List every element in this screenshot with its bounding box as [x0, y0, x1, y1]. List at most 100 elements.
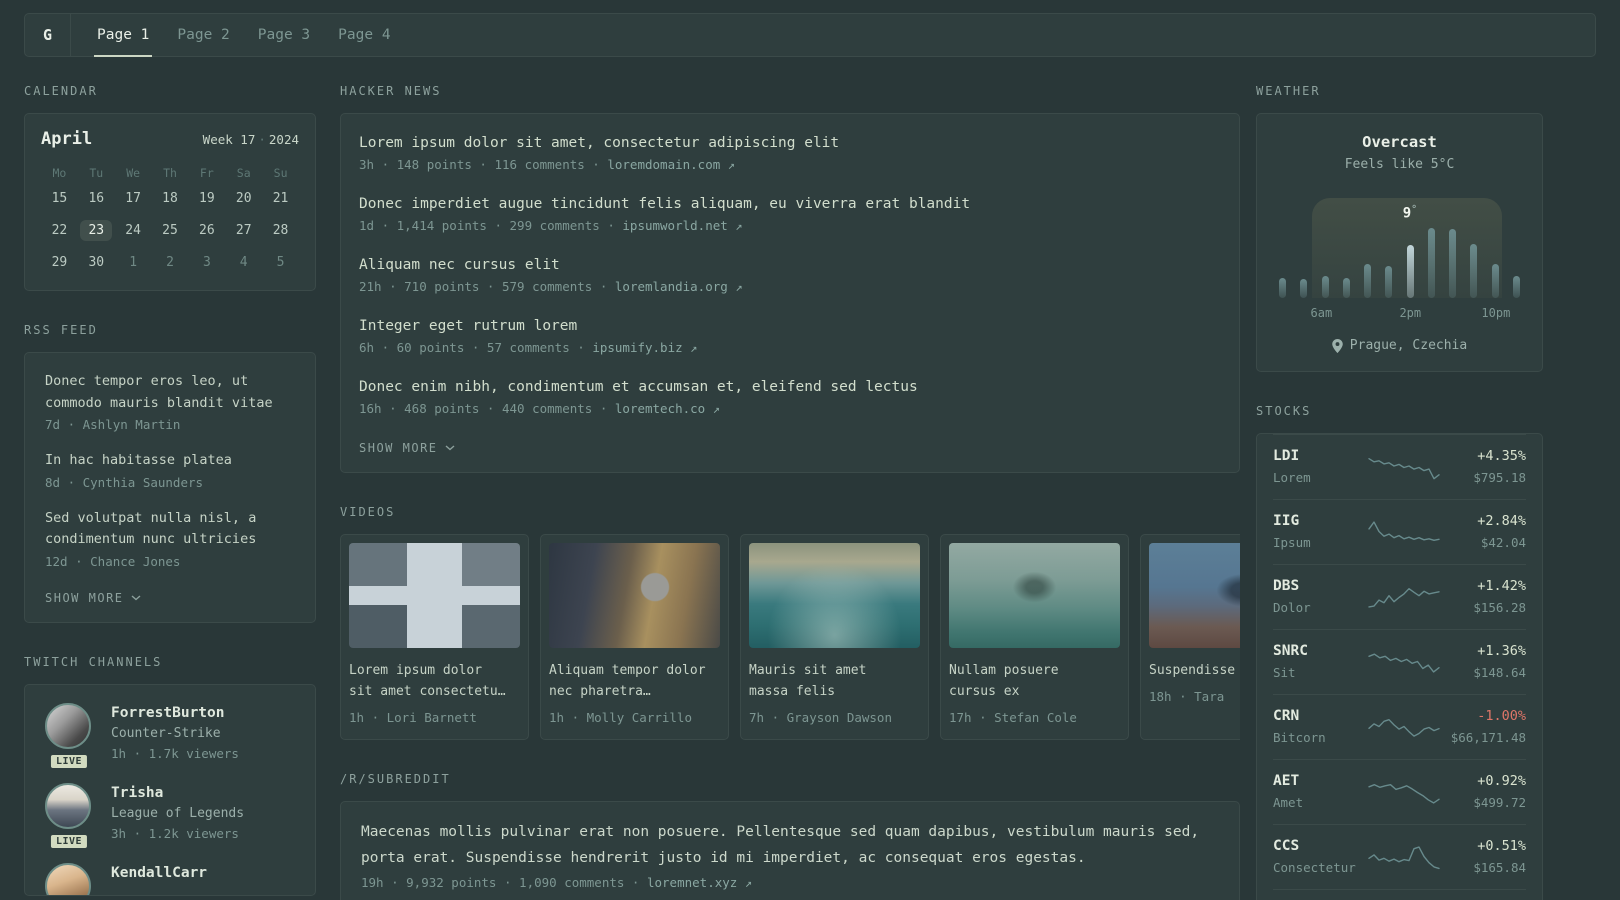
- sparkline-chart: [1367, 718, 1440, 737]
- rss-item[interactable]: Donec tempor eros leo, ut commodo mauris…: [45, 371, 295, 432]
- stock-symbol[interactable]: DBS: [1273, 577, 1365, 596]
- twitch-channel-name[interactable]: Trisha: [111, 783, 244, 803]
- stock-symbol[interactable]: IIG: [1273, 512, 1365, 531]
- external-link-icon: ↗: [735, 219, 743, 233]
- video-thumbnail[interactable]: [349, 543, 520, 648]
- rss-show-more-button[interactable]: SHOW MORE: [45, 591, 141, 605]
- weather-feels-like: Feels like 5°C: [1344, 157, 1455, 172]
- video-card[interactable]: Lorem ipsum dolor sit amet consectetu… 1…: [340, 534, 529, 740]
- video-title[interactable]: Nullam posuere cursus ex: [949, 660, 1109, 702]
- stock-row[interactable]: LDI Lorem +4.35% $795.18: [1273, 434, 1526, 499]
- subreddit-post-domain[interactable]: loremnet.xyz: [647, 875, 737, 890]
- video-title[interactable]: Aliquam tempor dolor nec pharetra…: [549, 660, 709, 702]
- hackernews-item-domain[interactable]: loremtech.co: [615, 401, 705, 416]
- hackernews-item-domain[interactable]: loremlandia.org: [615, 279, 728, 294]
- calendar-day-cell: 15: [41, 184, 78, 212]
- rss-list: Donec tempor eros leo, ut commodo mauris…: [45, 371, 295, 569]
- video-thumbnail[interactable]: [949, 543, 1120, 648]
- hackernews-item-domain[interactable]: loremdomain.com: [607, 157, 720, 172]
- twitch-channel-row[interactable]: LIVE Trisha League of Legends 3h · 1.2k …: [45, 782, 295, 850]
- calendar-day-cell: 5: [262, 248, 299, 276]
- calendar-day-cell: 19: [188, 184, 225, 212]
- stock-row[interactable]: AET Amet +0.92% $499.72: [1273, 759, 1526, 824]
- calendar-day: 29: [51, 254, 68, 270]
- video-card[interactable]: Mauris sit amet massa felis 7h · Grayson…: [740, 534, 929, 740]
- weather-bar: [1406, 244, 1414, 298]
- rss-item-title[interactable]: In hac habitasse platea: [45, 450, 295, 472]
- page-tab[interactable]: Page 4: [324, 14, 404, 56]
- twitch-channel-name[interactable]: KendallCarr: [111, 863, 207, 883]
- stock-identity: DBS Dolor: [1273, 577, 1365, 617]
- stock-identity: CCS Consectetur: [1273, 837, 1365, 877]
- calendar-day-cell: 4: [225, 248, 262, 276]
- subreddit-widget-title: /R/SUBREDDIT: [340, 772, 451, 786]
- sparkline-chart: [1367, 783, 1440, 804]
- weather-location[interactable]: Prague, Czechia: [1271, 338, 1528, 353]
- video-title[interactable]: Suspendisse diam: [1149, 660, 1240, 681]
- twitch-channel-name[interactable]: ForrestBurton: [111, 703, 239, 723]
- page-tab[interactable]: Page 3: [244, 14, 324, 56]
- hackernews-item[interactable]: Donec enim nibh, condimentum et accumsan…: [359, 376, 1221, 416]
- weather-bar: [1342, 277, 1350, 298]
- stock-symbol[interactable]: AET: [1273, 772, 1365, 791]
- calendar-header: April Week 17 · 2024: [41, 129, 299, 149]
- middle-column: HACKER NEWS Lorem ipsum dolor sit amet, …: [340, 84, 1240, 900]
- hackernews-item[interactable]: Aliquam nec cursus elit 21h · 710 points…: [359, 254, 1221, 294]
- subreddit-post-text[interactable]: Maecenas mollis pulvinar erat non posuer…: [361, 819, 1213, 871]
- rss-item[interactable]: In hac habitasse platea 8d · Cynthia Sau…: [45, 450, 295, 490]
- calendar-weekday: Mo: [52, 166, 67, 180]
- page-tab[interactable]: Page 1: [83, 14, 163, 57]
- hackernews-item-title[interactable]: Integer eget rutrum lorem: [359, 315, 1221, 337]
- stock-row[interactable]: IIG Ipsum +2.84% $42.04: [1273, 499, 1526, 564]
- video-thumbnail[interactable]: [1149, 543, 1240, 648]
- stock-symbol[interactable]: LDI: [1273, 447, 1365, 466]
- stock-row[interactable]: CCS Consectetur +0.51% $165.84: [1273, 824, 1526, 889]
- video-card[interactable]: Aliquam tempor dolor nec pharetra… 1h · …: [540, 534, 729, 740]
- video-card[interactable]: Suspendisse diam 18h · Tara: [1140, 534, 1240, 740]
- calendar-weekday: Su: [273, 166, 288, 180]
- hackernews-item-domain[interactable]: ipsumify.biz: [592, 340, 682, 355]
- page-tabs: Page 1 Page 2 Page 3 Page 4: [83, 14, 405, 57]
- weather-bar: [1470, 244, 1478, 298]
- weather-bar: [1300, 279, 1308, 298]
- rss-item[interactable]: Sed volutpat nulla nisl, a condimentum n…: [45, 508, 295, 569]
- video-thumbnail[interactable]: [549, 543, 720, 648]
- rss-item-title[interactable]: Sed volutpat nulla nisl, a condimentum n…: [45, 508, 295, 551]
- twitch-avatar-wrap: [45, 862, 93, 895]
- hackernews-item-title[interactable]: Donec enim nibh, condimentum et accumsan…: [359, 376, 1221, 398]
- chevron-down-icon: [445, 445, 454, 451]
- hackernews-show-more-button[interactable]: SHOW MORE: [359, 441, 455, 455]
- stock-row[interactable]: SNRC Sit +1.36% $148.64: [1273, 629, 1526, 694]
- video-card[interactable]: Nullam posuere cursus ex 17h · Stefan Co…: [940, 534, 1129, 740]
- stock-symbol[interactable]: SNRC: [1273, 642, 1365, 661]
- app-logo[interactable]: G: [25, 14, 71, 56]
- stock-symbol[interactable]: CCS: [1273, 837, 1365, 856]
- rss-item-title[interactable]: Donec tempor eros leo, ut commodo mauris…: [45, 371, 295, 414]
- sparkline-chart: [1367, 457, 1440, 480]
- hackernews-item[interactable]: Lorem ipsum dolor sit amet, consectetur …: [359, 132, 1221, 172]
- twitch-channel-row[interactable]: LIVE ForrestBurton Counter-Strike 1h · 1…: [45, 702, 295, 770]
- video-title[interactable]: Lorem ipsum dolor sit amet consectetu…: [349, 660, 509, 702]
- stock-symbol[interactable]: CRN: [1273, 707, 1365, 726]
- twitch-channel-row[interactable]: KendallCarr: [45, 862, 295, 895]
- stock-row[interactable]: AHS +0.46%: [1273, 889, 1526, 900]
- hackernews-item-title[interactable]: Aliquam nec cursus elit: [359, 254, 1221, 276]
- hackernews-item-domain[interactable]: ipsumworld.net: [622, 218, 727, 233]
- calendar-widget: CALENDAR April Week 17 · 2024 Mo Tu We Th Fr Sa…: [24, 84, 316, 291]
- hackernews-item[interactable]: Integer eget rutrum lorem 6h · 60 points…: [359, 315, 1221, 355]
- video-meta: 7h · Grayson Dawson: [749, 710, 892, 725]
- page-tab[interactable]: Page 2: [163, 14, 243, 56]
- calendar-widget-title: CALENDAR: [24, 84, 98, 98]
- subreddit-widget: /R/SUBREDDIT Maecenas mollis pulvinar er…: [340, 772, 1240, 900]
- stock-row[interactable]: CRN Bitcorn -1.00% $66,171.48: [1273, 694, 1526, 759]
- hackernews-item-title[interactable]: Lorem ipsum dolor sit amet, consectetur …: [359, 132, 1221, 154]
- rss-widget: RSS FEED Donec tempor eros leo, ut commo…: [24, 323, 316, 623]
- stock-values: -1.00% $66,171.48: [1442, 707, 1526, 747]
- stock-row[interactable]: DBS Dolor +1.42% $156.28: [1273, 564, 1526, 629]
- hackernews-item-title[interactable]: Donec imperdiet augue tincidunt felis al…: [359, 193, 1221, 215]
- video-thumbnail[interactable]: [749, 543, 920, 648]
- weather-widget: WEATHER Overcast Feels like 5°C 9° 6am 2p…: [1256, 84, 1543, 372]
- video-title[interactable]: Mauris sit amet massa felis: [749, 660, 909, 702]
- hackernews-card: Lorem ipsum dolor sit amet, consectetur …: [340, 113, 1240, 473]
- hackernews-item[interactable]: Donec imperdiet augue tincidunt felis al…: [359, 193, 1221, 233]
